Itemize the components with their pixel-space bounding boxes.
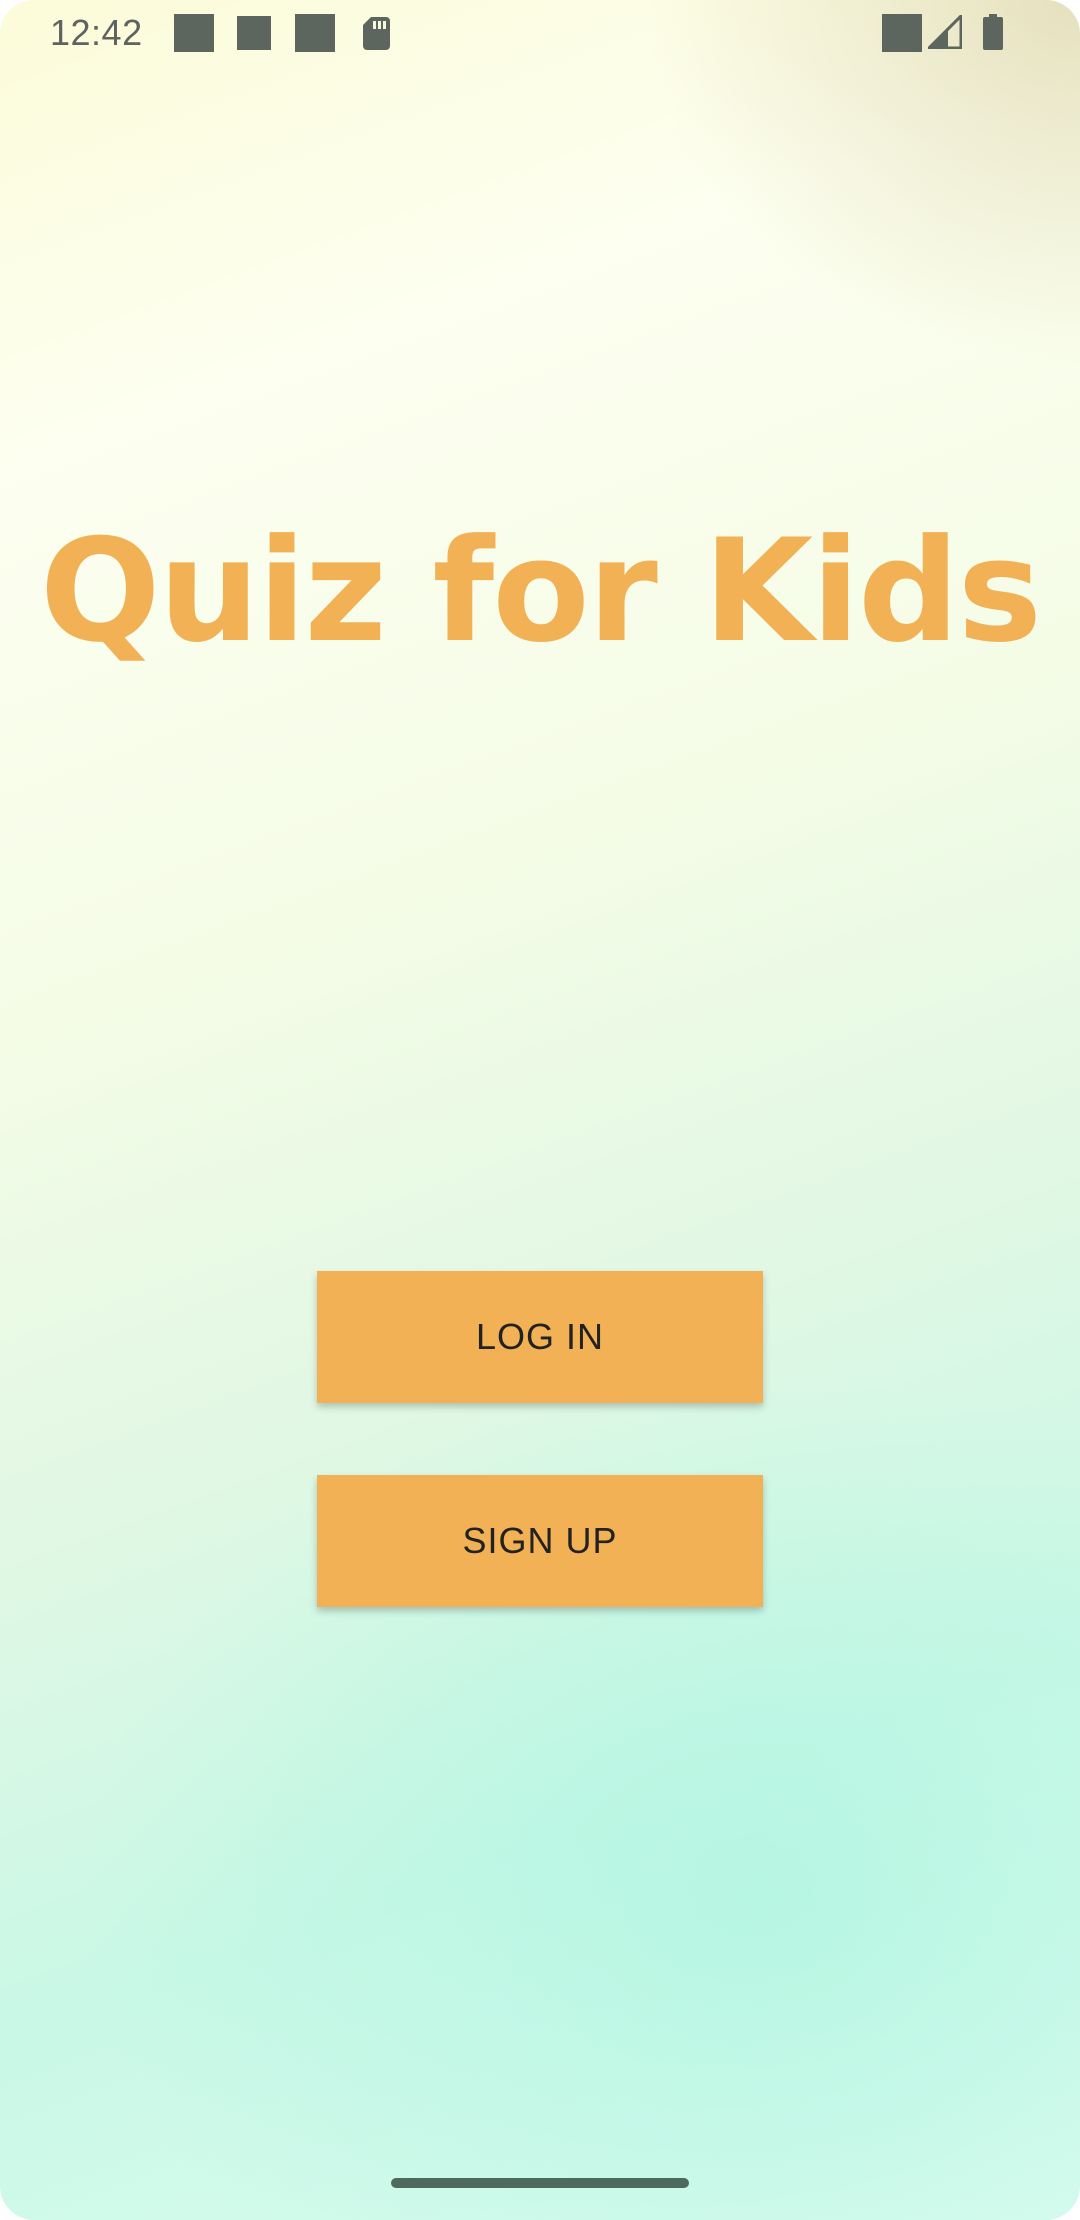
signal-icon: [928, 15, 962, 49]
app-title: Quiz for Kids: [39, 509, 1042, 674]
login-button[interactable]: LOG IN: [317, 1271, 763, 1403]
signup-button[interactable]: SIGN UP: [317, 1475, 763, 1607]
app-screen: 12:42 Quiz for Kids LOG IN SIGN UP: [0, 0, 1080, 2220]
status-clock: 12:42: [50, 12, 143, 53]
sd-card-icon: [363, 17, 390, 50]
battery-icon: [983, 14, 1003, 50]
image-icon: [295, 14, 335, 52]
image-icon: [174, 14, 214, 52]
status-bar: 12:42: [0, 0, 1080, 66]
image-icon: [237, 16, 271, 50]
wifi-icon: [882, 14, 922, 52]
gesture-nav-handle[interactable]: [391, 2178, 689, 2188]
